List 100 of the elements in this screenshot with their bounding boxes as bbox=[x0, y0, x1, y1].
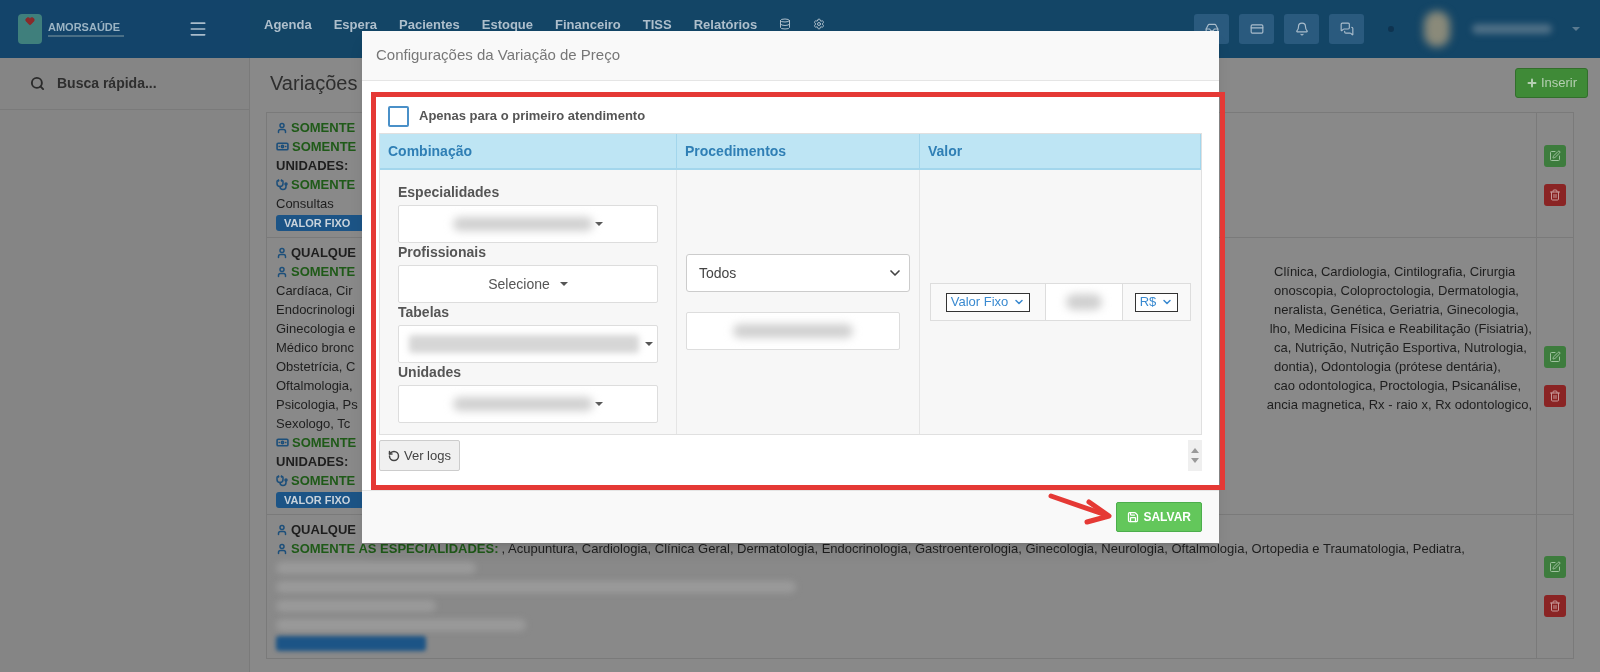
rule-label: QUALQUE bbox=[291, 243, 356, 262]
caret-icon bbox=[559, 282, 568, 286]
value-field[interactable] bbox=[1046, 284, 1123, 320]
banknote-icon bbox=[276, 436, 289, 449]
plus-icon bbox=[1525, 77, 1538, 89]
rule-text: ancia magnetica, Rx - raio x, Rx odontologico, bbox=[1266, 395, 1532, 414]
save-icon bbox=[1127, 511, 1140, 523]
currency-select[interactable]: R$ bbox=[1134, 292, 1179, 312]
column-header: Valor bbox=[920, 134, 1201, 168]
select-field[interactable]: Selecione bbox=[398, 265, 658, 303]
rule-label: SOMENTE bbox=[291, 118, 356, 137]
nav-link[interactable]: Relatórios bbox=[693, 18, 758, 32]
user-icon bbox=[276, 523, 288, 536]
settings-icon[interactable] bbox=[813, 18, 826, 30]
rule-text: Sexologo, Tc bbox=[276, 414, 351, 433]
select-field[interactable]: Todos bbox=[686, 254, 910, 292]
rule-text: , Acupuntura, Cardiologia, Clínica Geral, Dermatologia, Endocrinologia, Gastroenterologia, Ginecologia, Neurologia, Oftalmologia, Ortopedia e Traumatologia, Pediatra, bbox=[501, 539, 1465, 558]
column-header: Combinação bbox=[380, 134, 677, 168]
rule-label: SOMENTE bbox=[291, 262, 356, 281]
card-icon bbox=[1249, 22, 1264, 36]
database-icon[interactable] bbox=[779, 18, 792, 30]
select-field[interactable] bbox=[398, 385, 658, 423]
delete-button[interactable] bbox=[1544, 384, 1566, 407]
scroll-arrows[interactable] bbox=[1188, 440, 1202, 471]
delete-button[interactable] bbox=[1544, 183, 1566, 206]
rule-label: SOMENTE bbox=[292, 137, 357, 156]
brand-name: AMORSAÚDE bbox=[48, 21, 122, 33]
chat-button[interactable] bbox=[1329, 14, 1364, 44]
nav-link[interactable]: Pacientes bbox=[399, 18, 460, 32]
search-icon bbox=[30, 76, 45, 91]
caret-icon bbox=[595, 222, 603, 226]
rule-text: Ginecologia e bbox=[276, 319, 356, 338]
card-button[interactable] bbox=[1239, 14, 1274, 44]
edit-button[interactable] bbox=[1544, 144, 1566, 167]
menu-button[interactable] bbox=[188, 19, 208, 39]
field-label: Especialidades bbox=[398, 183, 500, 201]
bell-icon bbox=[1294, 22, 1309, 36]
caret-icon bbox=[645, 342, 653, 346]
nav-link[interactable]: Financeiro bbox=[555, 18, 621, 32]
pointer-arrow bbox=[1048, 493, 1112, 525]
nav-link[interactable]: TISS bbox=[642, 18, 672, 32]
rule-text: cao odontologica, Proctologia, Psicanálise, bbox=[1274, 376, 1523, 395]
search-field[interactable]: Busca rápida... bbox=[0, 58, 249, 110]
edit-icon bbox=[1549, 350, 1561, 363]
notifications-button[interactable] bbox=[1284, 14, 1319, 44]
history-icon bbox=[388, 449, 400, 462]
checkbox-label: Apenas para o primeiro atendimento bbox=[419, 107, 646, 126]
edit-button[interactable] bbox=[1544, 556, 1566, 578]
field-label: Profissionais bbox=[398, 243, 486, 261]
menu-icon bbox=[188, 19, 208, 39]
trash-icon bbox=[1549, 188, 1561, 201]
heart-icon bbox=[25, 16, 35, 26]
rule-text: dontia), Odontologia (prótese dentária), bbox=[1274, 357, 1502, 376]
nav-link[interactable]: Estoque bbox=[481, 18, 534, 32]
edit-icon bbox=[1549, 149, 1561, 162]
chat-icon bbox=[1339, 22, 1354, 36]
rule-text: neralista, Genética, Geriatria, Ginecologia, bbox=[1274, 300, 1520, 319]
select-field[interactable] bbox=[398, 325, 658, 363]
caret-icon bbox=[595, 402, 603, 406]
user-icon bbox=[276, 121, 288, 134]
rule-label: UNIDADES: bbox=[276, 156, 349, 175]
avatar[interactable] bbox=[1424, 11, 1450, 47]
trash-icon bbox=[1549, 600, 1561, 612]
select-field[interactable] bbox=[398, 205, 658, 243]
rule-label: QUALQUE bbox=[291, 520, 356, 539]
rule-text: ca, Nutrição, Nutrição Esportiva, Nutrologia, bbox=[1274, 338, 1528, 357]
caret-icon[interactable] bbox=[1572, 27, 1580, 31]
rule-label: SOMENTE bbox=[291, 471, 356, 490]
rule-text: Médico bronc bbox=[276, 338, 355, 357]
rule-text: lho, Medicina Física e Reabilitação (Fisiatria), bbox=[1269, 319, 1532, 338]
user-icon bbox=[276, 246, 288, 259]
field-label: Tabelas bbox=[398, 303, 450, 321]
select-field[interactable] bbox=[686, 312, 900, 350]
banknote-icon bbox=[276, 140, 289, 153]
rule-label: SOMENTE AS ESPECIALIDADES: bbox=[291, 539, 499, 558]
value-type-select[interactable]: Valor Fixo bbox=[945, 292, 1031, 312]
rule-label: SOMENTE bbox=[291, 175, 356, 194]
edit-button[interactable] bbox=[1544, 345, 1566, 368]
nav-link[interactable]: Agenda bbox=[264, 18, 312, 32]
stethoscope-icon bbox=[276, 474, 288, 487]
user-icon bbox=[276, 265, 288, 278]
rule-text: Psicologia, Ps bbox=[276, 395, 358, 414]
nav-link[interactable]: Espera bbox=[333, 18, 378, 32]
rule-text: Consultas bbox=[276, 194, 334, 213]
redacted-value bbox=[1066, 294, 1102, 310]
delete-button[interactable] bbox=[1544, 595, 1566, 617]
column-header: Procedimentos bbox=[677, 134, 920, 168]
trash-icon bbox=[1549, 389, 1561, 402]
logs-button[interactable]: Ver logs bbox=[379, 440, 460, 471]
rule-text: Endocrinologi bbox=[276, 300, 355, 319]
rule-text: Cardíaca, Cir bbox=[276, 281, 353, 300]
rule-label: UNIDADES: bbox=[276, 452, 349, 471]
field-label: Unidades bbox=[398, 363, 461, 381]
stethoscope-icon bbox=[276, 178, 288, 191]
modal-title: Configurações da Variação de Preço bbox=[376, 45, 621, 66]
checkbox[interactable] bbox=[388, 105, 409, 127]
rule-text: onoscopia, Coloproctologia, Dermatologia, bbox=[1274, 281, 1520, 300]
rule-text: Oftalmologia, bbox=[276, 376, 353, 395]
rule-label: SOMENTE bbox=[292, 433, 357, 452]
rule-text: Clínica, Cardiologia, Cintilografia, Cirurgia bbox=[1274, 262, 1517, 281]
